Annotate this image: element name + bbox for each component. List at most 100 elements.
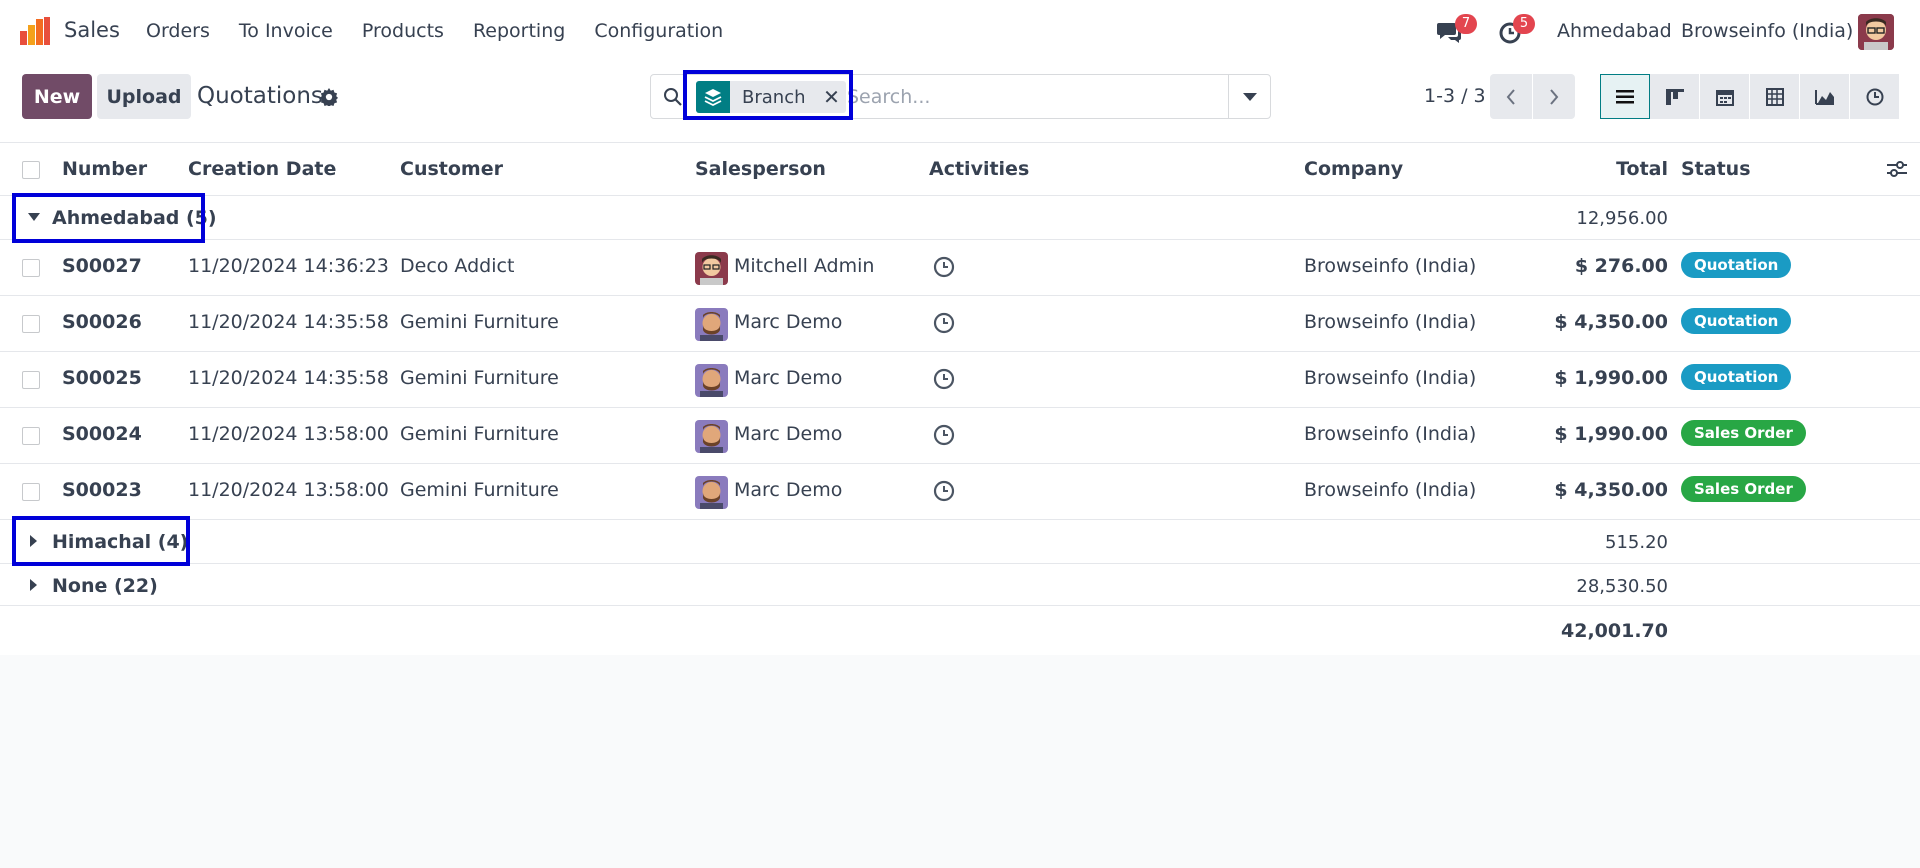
pager-previous-button[interactable] (1490, 74, 1532, 119)
header-activities[interactable]: Activities (929, 158, 1029, 180)
menu-configuration[interactable]: Configuration (594, 20, 723, 42)
graph-view-button[interactable] (1800, 74, 1850, 119)
search-icon[interactable] (663, 87, 683, 107)
header-creation-date[interactable]: Creation Date (188, 158, 336, 180)
page-title: Quotations (197, 83, 323, 109)
cell-company: Browseinfo (India) (1304, 255, 1477, 277)
cell-salesperson: Mitchell Admin (734, 255, 875, 277)
cell-number: S00023 (62, 479, 142, 501)
status-badge: Quotation (1681, 308, 1792, 334)
status-badge: Sales Order (1681, 476, 1806, 502)
pivot-view-button[interactable] (1750, 74, 1800, 119)
salesperson-avatar (695, 420, 728, 453)
group-row-none[interactable]: None (22) 28,530.50 (0, 564, 1920, 608)
table-row[interactable]: S00023 11/20/2024 13:58:00 Gemini Furnit… (0, 464, 1920, 520)
cell-date: 11/20/2024 14:35:58 (188, 367, 389, 389)
table-row[interactable]: S00025 11/20/2024 14:35:58 Gemini Furnit… (0, 352, 1920, 408)
header-total[interactable]: Total (1616, 158, 1668, 180)
cell-date: 11/20/2024 13:58:00 (188, 423, 389, 445)
activity-clock-icon[interactable] (933, 368, 955, 390)
group-total: 515.20 (1605, 532, 1668, 553)
caret-down-icon (1242, 92, 1257, 101)
branch-switcher[interactable]: Ahmedabad (1557, 20, 1672, 42)
search-options-toggle[interactable] (1228, 75, 1270, 118)
header-customer[interactable]: Customer (400, 158, 503, 180)
optional-columns-icon[interactable] (1886, 159, 1908, 179)
caret-right-icon (30, 579, 37, 591)
cell-customer: Gemini Furniture (400, 311, 559, 333)
group-row-ahmedabad[interactable]: Ahmedabad (5) 12,956.00 (0, 196, 1920, 240)
activity-clock-icon[interactable] (933, 312, 955, 334)
cell-salesperson: Marc Demo (734, 311, 843, 333)
salesperson-avatar (695, 308, 728, 341)
cell-company: Browseinfo (India) (1304, 311, 1477, 333)
row-checkbox[interactable] (22, 427, 40, 445)
salesperson-avatar (695, 364, 728, 397)
header-salesperson[interactable]: Salesperson (695, 158, 826, 180)
activity-clock-icon[interactable] (933, 424, 955, 446)
chevron-left-icon (1506, 88, 1515, 105)
activities-count-badge: 5 (1513, 14, 1535, 34)
new-button[interactable]: New (22, 74, 92, 119)
upload-button[interactable]: Upload (97, 74, 191, 119)
pager-next-button[interactable] (1533, 74, 1575, 119)
header-company[interactable]: Company (1304, 158, 1403, 180)
row-checkbox[interactable] (22, 259, 40, 277)
cell-total: $ 4,350.00 (1554, 311, 1668, 333)
row-checkbox[interactable] (22, 371, 40, 389)
control-panel: New Upload Quotations Branch ✕ Search...… (0, 62, 1920, 142)
group-highlight-box (12, 516, 190, 566)
cell-total: $ 1,990.00 (1554, 423, 1668, 445)
table-row[interactable]: S00024 11/20/2024 13:58:00 Gemini Furnit… (0, 408, 1920, 464)
table-row[interactable]: S00026 11/20/2024 14:35:58 Gemini Furnit… (0, 296, 1920, 352)
activity-clock-icon[interactable] (933, 256, 955, 278)
sales-app-icon[interactable] (20, 17, 50, 45)
cell-number: S00027 (62, 255, 142, 277)
search-input[interactable] (847, 83, 1177, 111)
salesperson-avatar (695, 476, 728, 509)
kanban-icon (1665, 88, 1684, 105)
status-badge: Sales Order (1681, 420, 1806, 446)
kanban-view-button[interactable] (1650, 74, 1700, 119)
gear-icon[interactable] (320, 88, 338, 106)
status-badge: Quotation (1681, 364, 1792, 390)
table-row[interactable]: S00027 11/20/2024 14:36:23 Deco Addict M… (0, 240, 1920, 296)
cell-salesperson: Marc Demo (734, 423, 843, 445)
pager-value[interactable]: 1-3 / 3 (1424, 85, 1486, 107)
cell-number: S00026 (62, 311, 142, 333)
view-switcher (1600, 74, 1900, 119)
cell-company: Browseinfo (India) (1304, 367, 1477, 389)
select-all-checkbox[interactable] (22, 161, 40, 179)
messages-count-badge: 7 (1455, 14, 1477, 34)
header-number[interactable]: Number (62, 158, 147, 180)
menu-reporting[interactable]: Reporting (473, 20, 565, 42)
top-navbar: Sales Orders To Invoice Products Reporti… (0, 0, 1920, 62)
grand-total: 42,001.70 (1561, 620, 1668, 642)
grand-total-row: 42,001.70 (0, 605, 1920, 655)
menu-to-invoice[interactable]: To Invoice (239, 20, 333, 42)
cell-total: $ 4,350.00 (1554, 479, 1668, 501)
area-chart-icon (1814, 89, 1834, 105)
activity-clock-icon[interactable] (933, 480, 955, 502)
table-icon (1765, 87, 1784, 106)
group-row-himachal[interactable]: Himachal (4) 515.20 (0, 520, 1920, 564)
facet-highlight-box (683, 70, 853, 120)
activity-view-button[interactable] (1850, 74, 1900, 119)
list-view-button[interactable] (1600, 74, 1650, 119)
group-label: None (22) (52, 575, 158, 597)
row-checkbox[interactable] (22, 483, 40, 501)
chevron-right-icon (1550, 88, 1559, 105)
header-status[interactable]: Status (1681, 158, 1751, 180)
menu-products[interactable]: Products (362, 20, 444, 42)
cell-number: S00025 (62, 367, 142, 389)
calendar-view-button[interactable] (1700, 74, 1750, 119)
cell-date: 11/20/2024 14:36:23 (188, 255, 389, 277)
company-switcher[interactable]: Browseinfo (India) (1681, 20, 1853, 42)
group-total: 12,956.00 (1576, 208, 1668, 229)
user-avatar[interactable] (1858, 14, 1894, 50)
row-checkbox[interactable] (22, 315, 40, 333)
cell-customer: Deco Addict (400, 255, 515, 277)
app-name[interactable]: Sales (64, 18, 120, 42)
cell-customer: Gemini Furniture (400, 367, 559, 389)
menu-orders[interactable]: Orders (146, 20, 210, 42)
